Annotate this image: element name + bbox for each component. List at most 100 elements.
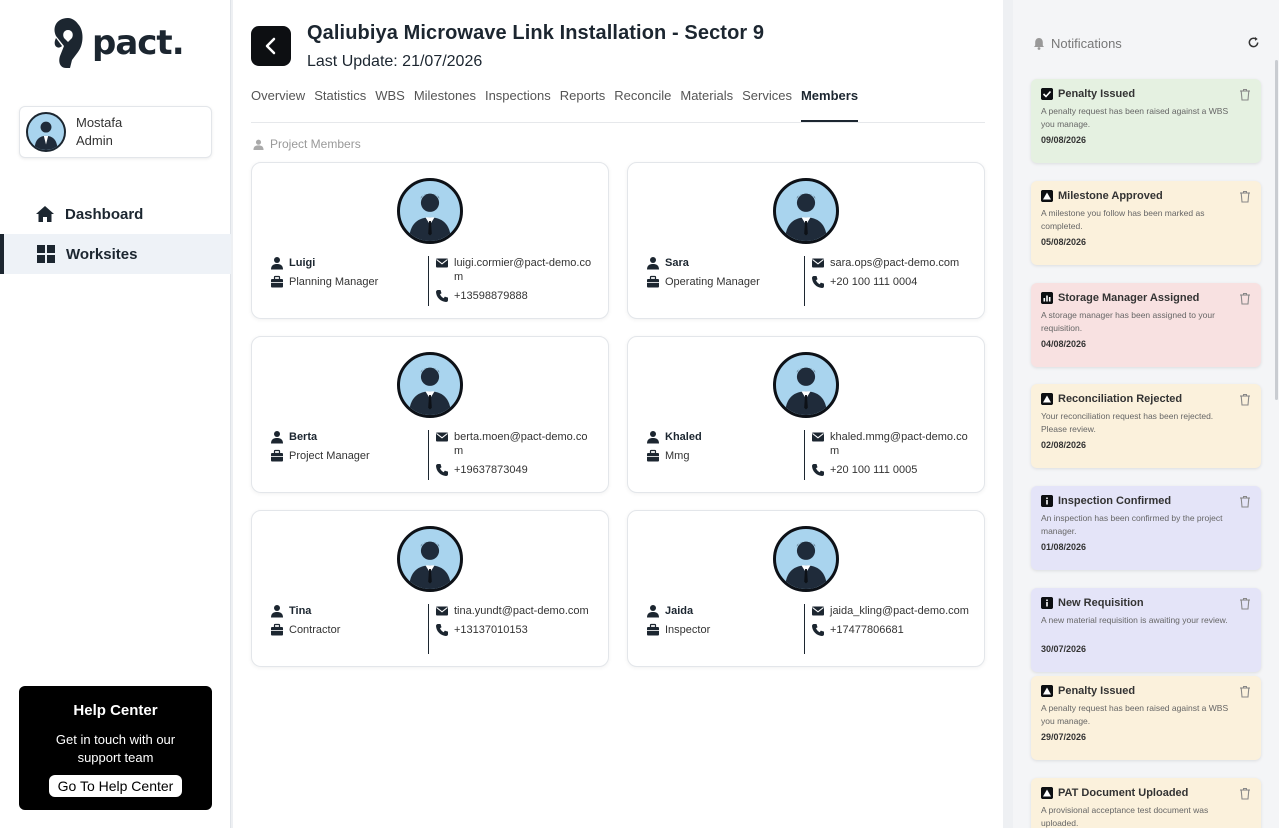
- trash-icon[interactable]: [1239, 292, 1251, 305]
- member-name: Luigi: [289, 257, 316, 269]
- refresh-icon[interactable]: [1247, 36, 1260, 49]
- tab-wbs[interactable]: WBS: [375, 86, 405, 122]
- avatar: [26, 112, 66, 152]
- user-card[interactable]: Mostafa Admin: [19, 106, 212, 158]
- member-name: Tina: [289, 605, 312, 617]
- notification-date: 09/08/2026: [1041, 135, 1087, 145]
- divider: [804, 604, 805, 654]
- notification-card[interactable]: New Requisition A new material requisiti…: [1031, 588, 1261, 672]
- notifications-panel: Notifications Penalty Issued A penalty r…: [1013, 0, 1279, 828]
- member-email[interactable]: khaled.mmg@pact-demo.com: [830, 430, 971, 458]
- tab-inspections[interactable]: Inspections: [485, 86, 551, 122]
- member-card[interactable]: Tina Contractor tina.yundt@pact-demo.com…: [251, 510, 609, 667]
- member-email[interactable]: luigi.cormier@pact-demo.com: [454, 256, 595, 284]
- notification-message: A penalty request has been raised agains…: [1041, 703, 1229, 726]
- avatar: [397, 352, 463, 418]
- user-role: Admin: [76, 133, 113, 148]
- trash-icon[interactable]: [1239, 787, 1251, 800]
- notification-card[interactable]: Penalty Issued A penalty request has bee…: [1031, 79, 1261, 163]
- member-phone[interactable]: +13598879888: [454, 289, 528, 303]
- member-phone[interactable]: +20 100 111 0004: [830, 275, 917, 289]
- envelope-icon: [812, 432, 824, 442]
- tab-materials[interactable]: Materials: [680, 86, 733, 122]
- notification-date: 04/08/2026: [1041, 339, 1087, 349]
- notification-message: Your reconciliation request has been rej…: [1041, 411, 1214, 434]
- sidebar-item-label: Worksites: [66, 245, 138, 263]
- tab-overview[interactable]: Overview: [251, 86, 305, 122]
- notification-card[interactable]: Inspection Confirmed An inspection has b…: [1031, 486, 1261, 570]
- notification-date: 05/08/2026: [1041, 237, 1087, 247]
- tab-milestones[interactable]: Milestones: [414, 86, 476, 122]
- envelope-icon: [436, 606, 448, 616]
- person-icon: [271, 257, 283, 270]
- tab-statistics[interactable]: Statistics: [314, 86, 366, 122]
- trash-icon[interactable]: [1239, 190, 1251, 203]
- member-email[interactable]: tina.yundt@pact-demo.com: [454, 604, 589, 618]
- warning-icon: [1041, 393, 1053, 405]
- notification-card[interactable]: Penalty Issued A penalty request has bee…: [1031, 676, 1261, 760]
- help-text: Get in touch with our support team: [55, 732, 176, 765]
- tab-reports[interactable]: Reports: [560, 86, 606, 122]
- member-email[interactable]: jaida_kling@pact-demo.com: [830, 604, 969, 618]
- divider: [428, 256, 429, 306]
- section-label: Project Members: [270, 137, 361, 151]
- member-name: Berta: [289, 431, 318, 443]
- envelope-icon: [812, 606, 824, 616]
- divider: [804, 256, 805, 306]
- member-card[interactable]: Jaida Inspector jaida_kling@pact-demo.co…: [627, 510, 985, 667]
- main-content: Qaliubiya Microwave Link Installation - …: [233, 0, 1003, 828]
- tab-services[interactable]: Services: [742, 86, 792, 122]
- notification-card[interactable]: Milestone Approved A milestone you follo…: [1031, 181, 1261, 265]
- member-name: Sara: [665, 257, 689, 269]
- notification-card[interactable]: Reconciliation Rejected Your reconciliat…: [1031, 384, 1261, 468]
- member-name: Khaled: [665, 431, 702, 443]
- trash-icon[interactable]: [1239, 88, 1251, 101]
- trash-icon[interactable]: [1239, 393, 1251, 406]
- member-phone[interactable]: +20 100 111 0005: [830, 463, 917, 477]
- scrollbar[interactable]: [1275, 0, 1279, 828]
- brand-logo[interactable]: pact.: [50, 16, 185, 70]
- tab-members[interactable]: Members: [800, 86, 859, 122]
- notification-title: New Requisition: [1058, 597, 1144, 609]
- envelope-icon: [436, 432, 448, 442]
- trash-icon[interactable]: [1239, 495, 1251, 508]
- sidebar-item-dashboard[interactable]: Dashboard: [0, 194, 231, 234]
- notification-title: Inspection Confirmed: [1058, 495, 1172, 507]
- sidebar: pact. Mostafa Admin Dashboard Worksites …: [0, 0, 231, 828]
- envelope-icon: [812, 258, 824, 268]
- person-icon: [647, 257, 659, 270]
- warning-icon: [1041, 787, 1053, 799]
- trash-icon[interactable]: [1239, 685, 1251, 698]
- scrollbar-thumb[interactable]: [1275, 60, 1278, 400]
- member-phone[interactable]: +17477806681: [830, 623, 904, 637]
- notification-message: A storage manager has been assigned to y…: [1041, 310, 1215, 333]
- phone-icon: [436, 624, 448, 636]
- notification-card[interactable]: PAT Document Uploaded A provisional acce…: [1031, 778, 1261, 828]
- phone-icon: [812, 464, 824, 476]
- member-card[interactable]: Berta Project Manager berta.moen@pact-de…: [251, 336, 609, 493]
- member-email[interactable]: berta.moen@pact-demo.com: [454, 430, 595, 458]
- notifications-header: Notifications: [1033, 36, 1122, 51]
- trash-icon[interactable]: [1239, 597, 1251, 610]
- back-button[interactable]: [251, 26, 291, 66]
- member-card[interactable]: Khaled Mmg khaled.mmg@pact-demo.com +20 …: [627, 336, 985, 493]
- help-center-button[interactable]: Go To Help Center: [48, 775, 183, 797]
- avatar: [773, 526, 839, 592]
- notification-card[interactable]: Storage Manager Assigned A storage manag…: [1031, 283, 1261, 367]
- tab-reconcile[interactable]: Reconcile: [614, 86, 671, 122]
- notification-message: A penalty request has been raised agains…: [1041, 106, 1229, 129]
- member-role: Project Manager: [289, 450, 370, 462]
- member-name: Jaida: [665, 605, 694, 617]
- notification-date: 01/08/2026: [1041, 542, 1087, 552]
- member-card[interactable]: Luigi Planning Manager luigi.cormier@pac…: [251, 162, 609, 319]
- member-phone[interactable]: +19637873049: [454, 463, 528, 477]
- member-card[interactable]: Sara Operating Manager sara.ops@pact-dem…: [627, 162, 985, 319]
- member-phone[interactable]: +13137010153: [454, 623, 528, 637]
- member-email[interactable]: sara.ops@pact-demo.com: [830, 256, 959, 270]
- member-role: Operating Manager: [665, 276, 760, 288]
- notification-date: 02/08/2026: [1041, 440, 1087, 450]
- members-grid: Luigi Planning Manager luigi.cormier@pac…: [251, 162, 986, 667]
- sidebar-item-worksites[interactable]: Worksites: [0, 234, 231, 274]
- notification-title: Penalty Issued: [1058, 685, 1136, 697]
- notification-date: 29/07/2026: [1041, 732, 1087, 742]
